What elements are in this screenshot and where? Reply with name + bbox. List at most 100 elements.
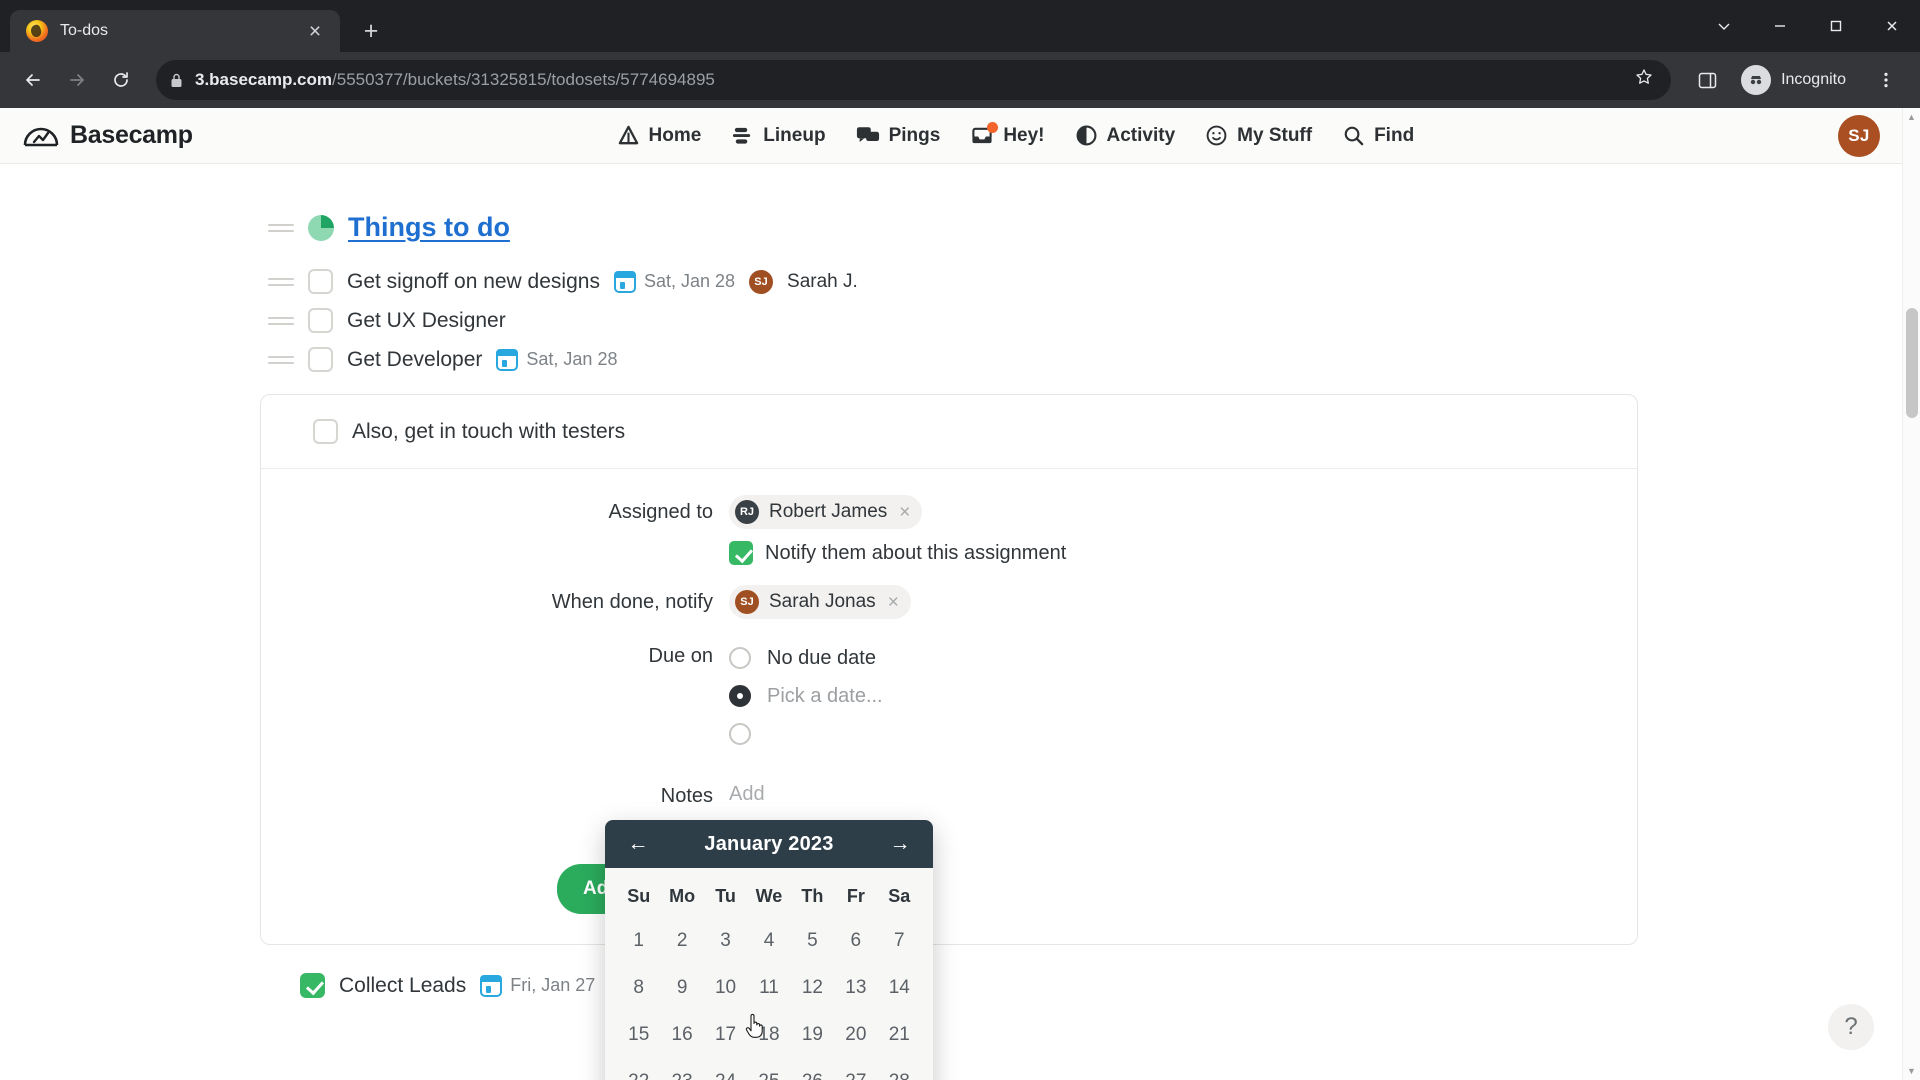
day-cell-7[interactable]: 7 bbox=[878, 917, 921, 964]
mouse-cursor bbox=[745, 1013, 763, 1038]
assignee-token[interactable]: RJ Robert James × bbox=[729, 495, 923, 529]
drag-handle-icon[interactable] bbox=[268, 221, 294, 235]
day-cell-4[interactable]: 4 bbox=[747, 917, 790, 964]
day-cell-8[interactable]: 8 bbox=[617, 964, 660, 1011]
notify-person-token[interactable]: SJ Sarah Jonas × bbox=[729, 585, 911, 619]
day-cell-1[interactable]: 1 bbox=[617, 917, 660, 964]
drag-handle-icon[interactable] bbox=[268, 353, 294, 367]
day-cell-28[interactable]: 28 bbox=[878, 1058, 921, 1080]
reload-icon[interactable] bbox=[102, 61, 140, 99]
new-todo-input[interactable]: Also, get in touch with testers bbox=[352, 420, 625, 444]
todoset-title-link[interactable]: Things to do bbox=[348, 212, 510, 243]
todo-checkbox[interactable] bbox=[308, 347, 333, 372]
nav-item-find[interactable]: Find bbox=[1342, 124, 1414, 147]
side-panel-icon[interactable] bbox=[1687, 60, 1727, 100]
due-option-third[interactable] bbox=[729, 715, 1637, 753]
account-avatar[interactable]: SJ bbox=[1838, 114, 1880, 157]
todo-checkbox[interactable] bbox=[300, 973, 325, 998]
nav-item-home[interactable]: Home bbox=[617, 124, 702, 147]
minimize-icon[interactable] bbox=[1752, 0, 1808, 52]
window-close-icon[interactable] bbox=[1864, 0, 1920, 52]
radio-third-option[interactable] bbox=[729, 723, 751, 745]
due-date-chip[interactable]: Sat, Jan 28 bbox=[613, 270, 735, 293]
day-cell-2[interactable]: 2 bbox=[660, 917, 703, 964]
address-bar[interactable]: 3.basecamp.com/5550377/buckets/31325815/… bbox=[156, 60, 1672, 100]
new-todo-checkbox[interactable] bbox=[313, 419, 338, 444]
scrollbar-thumb[interactable] bbox=[1906, 308, 1918, 418]
app-nav: Home Lineup Pings Hey! Activity My Stuff… bbox=[617, 122, 1414, 147]
nav-label: Home bbox=[648, 124, 702, 146]
nav-item-pings[interactable]: Pings bbox=[856, 124, 940, 147]
browser-tab[interactable]: To-dos × bbox=[10, 10, 340, 52]
day-cell-23[interactable]: 23 bbox=[660, 1058, 703, 1080]
todo-row[interactable]: Get signoff on new designs Sat, Jan 28 S… bbox=[0, 269, 1902, 294]
remove-notify-person-icon[interactable]: × bbox=[886, 593, 899, 612]
new-tab-button[interactable]: + bbox=[350, 10, 392, 52]
scroll-up-arrow-icon[interactable]: ▲ bbox=[1903, 108, 1920, 126]
day-cell-15[interactable]: 15 bbox=[617, 1011, 660, 1058]
nav-label: Activity bbox=[1106, 124, 1176, 146]
vertical-scrollbar[interactable]: ▲ ▼ bbox=[1902, 108, 1920, 1080]
drag-handle-icon[interactable] bbox=[268, 314, 294, 328]
nav-item-lineup[interactable]: Lineup bbox=[731, 124, 826, 147]
day-cell-5[interactable]: 5 bbox=[791, 917, 834, 964]
day-cell-11[interactable]: 11 bbox=[747, 964, 790, 1011]
radio-pick-a-date[interactable] bbox=[729, 685, 751, 707]
todo-row[interactable]: Get UX Designer bbox=[0, 308, 1902, 333]
day-cell-16[interactable]: 16 bbox=[660, 1011, 703, 1058]
todo-checkbox[interactable] bbox=[308, 308, 333, 333]
scroll-down-arrow-icon[interactable]: ▼ bbox=[1903, 1062, 1920, 1080]
day-cell-20[interactable]: 20 bbox=[834, 1011, 877, 1058]
day-cell-9[interactable]: 9 bbox=[660, 964, 703, 1011]
day-cell-3[interactable]: 3 bbox=[704, 917, 747, 964]
day-cell-24[interactable]: 24 bbox=[704, 1058, 747, 1080]
due-option-no-due-date[interactable]: No due date bbox=[729, 639, 1637, 677]
day-cell-19[interactable]: 19 bbox=[791, 1011, 834, 1058]
bookmark-star-icon[interactable] bbox=[1635, 68, 1657, 92]
day-cell-21[interactable]: 21 bbox=[878, 1011, 921, 1058]
forward-icon[interactable] bbox=[58, 61, 96, 99]
nav-item-activity[interactable]: Activity bbox=[1075, 124, 1176, 147]
notes-input[interactable]: Add bbox=[729, 779, 1637, 806]
day-cell-26[interactable]: 26 bbox=[791, 1058, 834, 1080]
close-icon[interactable]: × bbox=[302, 18, 328, 44]
day-cell-27[interactable]: 27 bbox=[834, 1058, 877, 1080]
kebab-menu-icon[interactable] bbox=[1866, 60, 1906, 100]
minimize-all-icon[interactable] bbox=[1696, 0, 1752, 52]
due-option-label: No due date bbox=[767, 646, 876, 669]
help-button[interactable]: ? bbox=[1828, 1004, 1874, 1050]
day-cell-13[interactable]: 13 bbox=[834, 964, 877, 1011]
browser-toolbar: 3.basecamp.com/5550377/buckets/31325815/… bbox=[0, 52, 1920, 108]
todo-row[interactable]: Get Developer Sat, Jan 28 bbox=[0, 347, 1902, 372]
prev-month-icon[interactable]: ← bbox=[625, 832, 651, 856]
remove-assignee-icon[interactable]: × bbox=[897, 503, 910, 522]
day-cell-14[interactable]: 14 bbox=[878, 964, 921, 1011]
day-cell-17[interactable]: 17 bbox=[704, 1011, 747, 1058]
due-date-chip[interactable]: Sat, Jan 28 bbox=[496, 348, 617, 371]
due-option-pick-a-date[interactable]: Pick a date... bbox=[729, 677, 1637, 715]
incognito-indicator[interactable]: Incognito bbox=[1733, 60, 1860, 100]
day-number: 4 bbox=[763, 929, 775, 951]
nav-item-my-stuff[interactable]: My Stuff bbox=[1205, 124, 1312, 147]
basecamp-logo[interactable]: Basecamp bbox=[22, 121, 193, 151]
day-cell-25[interactable]: 25 bbox=[747, 1058, 790, 1080]
day-cell-22[interactable]: 22 bbox=[617, 1058, 660, 1080]
todo-checkbox[interactable] bbox=[308, 269, 333, 294]
day-cell-6[interactable]: 6 bbox=[834, 917, 877, 964]
due-date-chip[interactable]: Fri, Jan 27 bbox=[480, 974, 595, 997]
drag-handle-icon[interactable] bbox=[268, 275, 294, 289]
day-cell-10[interactable]: 10 bbox=[704, 964, 747, 1011]
back-icon[interactable] bbox=[14, 61, 52, 99]
url-host: 3.basecamp.com bbox=[195, 70, 333, 89]
radio-no-due-date[interactable] bbox=[729, 647, 751, 669]
notify-assignment-row[interactable]: Notify them about this assignment bbox=[729, 541, 1637, 565]
notify-person-name: Sarah Jonas bbox=[769, 591, 876, 612]
todo-row[interactable]: Collect Leads Fri, Jan 27 bbox=[0, 973, 1902, 998]
day-cell-12[interactable]: 12 bbox=[791, 964, 834, 1011]
notify-assignment-checkbox[interactable] bbox=[729, 541, 753, 565]
maximize-icon[interactable] bbox=[1808, 0, 1864, 52]
next-month-icon[interactable]: → bbox=[887, 832, 913, 856]
avatar: SJ bbox=[735, 590, 759, 614]
day-number: 20 bbox=[845, 1023, 867, 1045]
nav-item-hey[interactable]: Hey! bbox=[970, 122, 1045, 147]
